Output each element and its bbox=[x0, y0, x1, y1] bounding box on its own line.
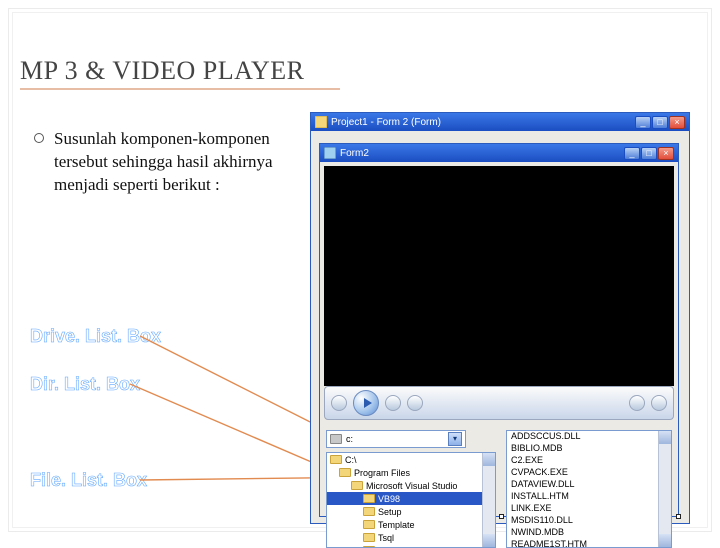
prev-button[interactable] bbox=[331, 395, 347, 411]
inner-window-title: Form2 bbox=[340, 148, 620, 159]
next-button[interactable] bbox=[407, 395, 423, 411]
slide-title: MP 3 & VIDEO PLAYER bbox=[20, 56, 304, 86]
close-button[interactable]: × bbox=[669, 116, 685, 129]
folder-icon bbox=[363, 520, 375, 529]
dir-item[interactable]: Program Files bbox=[327, 466, 495, 479]
file-item[interactable]: CVPACK.EXE bbox=[507, 467, 671, 479]
file-item[interactable]: NWIND.MDB bbox=[507, 527, 671, 539]
dir-item-label: Microsoft Visual Studio bbox=[366, 481, 457, 491]
bullet-text: Susunlah komponen-komponen tersebut sehi… bbox=[54, 128, 284, 197]
bullet-item: Susunlah komponen-komponen tersebut sehi… bbox=[34, 128, 284, 197]
minimize-button[interactable]: _ bbox=[624, 147, 640, 160]
vb-project-icon bbox=[315, 116, 327, 128]
folder-icon bbox=[363, 507, 375, 516]
dir-item-label: Program Files bbox=[354, 468, 410, 478]
stop-button[interactable] bbox=[385, 395, 401, 411]
drive-value: c: bbox=[346, 434, 353, 444]
play-button[interactable] bbox=[353, 390, 379, 416]
vb-designer-window: Project1 - Form 2 (Form) _ □ × Form2 _ □… bbox=[310, 112, 690, 524]
maximize-button[interactable]: □ bbox=[641, 147, 657, 160]
bullet-marker-icon bbox=[34, 133, 44, 143]
minimize-button[interactable]: _ bbox=[635, 116, 651, 129]
chevron-down-icon[interactable]: ▾ bbox=[448, 432, 462, 446]
file-list-box[interactable]: ADDSCCUS.DLLBIBLIO.MDBC2.EXECVPACK.EXEDA… bbox=[506, 430, 672, 548]
dir-item-label: C:\ bbox=[345, 455, 357, 465]
dir-item[interactable]: Template bbox=[327, 518, 495, 531]
drive-list-box[interactable]: c: ▾ bbox=[326, 430, 466, 448]
scrollbar[interactable] bbox=[658, 431, 671, 547]
label-filelistbox: File. List. Box bbox=[30, 470, 147, 491]
dir-item-label: Tsql bbox=[378, 533, 394, 543]
label-dirlistbox: Dir. List. Box bbox=[30, 374, 140, 395]
folder-icon bbox=[339, 468, 351, 477]
file-item[interactable]: DATAVIEW.DLL bbox=[507, 479, 671, 491]
inner-titlebar[interactable]: Form2 _ □ × bbox=[320, 144, 678, 162]
volume-button[interactable] bbox=[651, 395, 667, 411]
dir-item[interactable]: Setup bbox=[327, 505, 495, 518]
file-item[interactable]: BIBLIO.MDB bbox=[507, 443, 671, 455]
drive-icon bbox=[330, 434, 342, 444]
file-item[interactable]: MSDIS110.DLL bbox=[507, 515, 671, 527]
dir-item[interactable]: Wizards bbox=[327, 544, 495, 548]
label-drivelistbox: Drive. List. Box bbox=[30, 326, 161, 347]
dir-item-label: Template bbox=[378, 520, 415, 530]
resize-handle[interactable] bbox=[676, 514, 681, 519]
dir-item-label: VB98 bbox=[378, 494, 400, 504]
dir-item[interactable]: VB98 bbox=[327, 492, 495, 505]
dir-item-label: Setup bbox=[378, 507, 402, 517]
dir-list-box[interactable]: C:\ Program Files Microsoft Visual Studio V… bbox=[326, 452, 496, 548]
form2-window[interactable]: Form2 _ □ × c: ▾ C:\ Program Files Microso… bbox=[319, 143, 679, 517]
folder-icon bbox=[330, 455, 342, 464]
folder-icon bbox=[351, 481, 363, 490]
form-icon bbox=[324, 147, 336, 159]
media-player-display[interactable] bbox=[324, 166, 674, 386]
close-button[interactable]: × bbox=[658, 147, 674, 160]
file-item[interactable]: LINK.EXE bbox=[507, 503, 671, 515]
maximize-button[interactable]: □ bbox=[652, 116, 668, 129]
title-underline bbox=[20, 88, 340, 90]
scrollbar[interactable] bbox=[482, 453, 495, 547]
mute-button[interactable] bbox=[629, 395, 645, 411]
dir-item[interactable]: Microsoft Visual Studio bbox=[327, 479, 495, 492]
dir-item[interactable]: Tsql bbox=[327, 531, 495, 544]
file-item[interactable]: README1ST.HTM bbox=[507, 539, 671, 548]
outer-titlebar[interactable]: Project1 - Form 2 (Form) _ □ × bbox=[311, 113, 689, 131]
file-item[interactable]: C2.EXE bbox=[507, 455, 671, 467]
file-item[interactable]: INSTALL.HTM bbox=[507, 491, 671, 503]
folder-icon bbox=[363, 533, 375, 542]
resize-handle[interactable] bbox=[499, 514, 504, 519]
file-item[interactable]: ADDSCCUS.DLL bbox=[507, 431, 671, 443]
dir-item[interactable]: C:\ bbox=[327, 453, 495, 466]
media-player-controls bbox=[324, 386, 674, 420]
folder-icon bbox=[363, 494, 375, 503]
outer-window-title: Project1 - Form 2 (Form) bbox=[331, 117, 631, 128]
